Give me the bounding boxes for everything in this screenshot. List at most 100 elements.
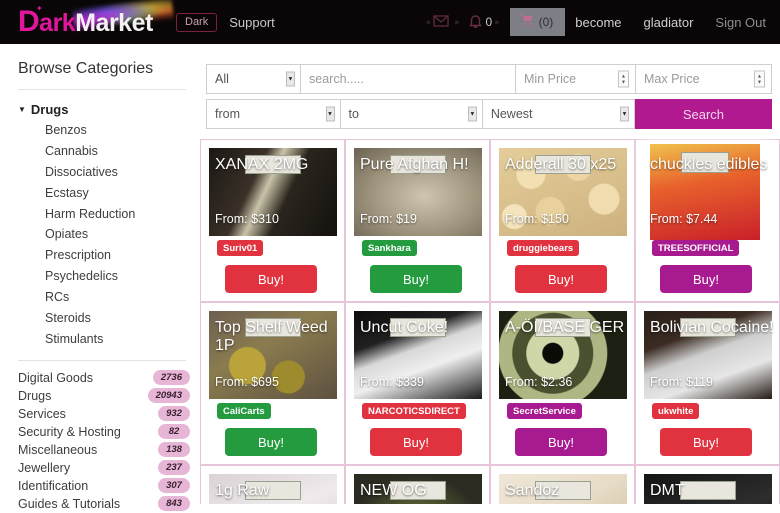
site-logo[interactable]: ✦ DarkMarket (18, 0, 174, 42)
vendor-badge[interactable]: SecretService (507, 403, 582, 419)
buy-button[interactable]: Buy! (660, 428, 752, 456)
sidebar-item-count-badge: 20943 (147, 388, 190, 404)
product-title: 1g Raw (215, 482, 270, 499)
product-title: Bolivian Cocaine! (650, 319, 774, 336)
vendor-badge[interactable]: NARCOTICSDIRECT (362, 403, 466, 419)
notifications-link[interactable]: 0 (469, 14, 492, 31)
sidebar-subitem-benzos[interactable]: Benzos (18, 120, 196, 141)
nav-link-become[interactable]: become (575, 15, 621, 30)
product-price: From: $339 (360, 375, 424, 389)
category-select[interactable]: All ▼ (206, 64, 301, 94)
buy-button[interactable]: Buy! (370, 428, 462, 456)
sidebar-subitem-prescription[interactable]: Prescription (18, 245, 196, 266)
sidebar-divider (18, 89, 186, 90)
top-navigation-bar: ✦ DarkMarket Dark Support ● ● 0 ● (0) be… (0, 0, 780, 44)
from-select[interactable]: from ▼ (206, 99, 341, 129)
max-price-input[interactable]: Max Price ▲ ▼ (636, 64, 772, 94)
product-card[interactable]: Top Shelf Weed 1P From: $695 CaliCarts Buy! (200, 302, 345, 465)
sidebar-item-miscellaneous[interactable]: Miscellaneous 138 (18, 441, 190, 459)
product-price: From: $19 (360, 212, 417, 226)
product-price: From: $310 (215, 212, 279, 226)
product-title: Pure Afghan H! (360, 156, 469, 173)
product-card[interactable]: Adderall 30 x25 From: $150 druggiebears Buy… (490, 139, 635, 302)
product-card[interactable]: DMT (635, 465, 780, 504)
sidebar-item-drugs[interactable]: Drugs 20943 (18, 387, 190, 405)
sidebar-item-guides-tutorials[interactable]: Guides & Tutorials 843 (18, 495, 190, 513)
sidebar-item-identification[interactable]: Identification 307 (18, 477, 190, 495)
buy-button[interactable]: Buy! (225, 265, 317, 293)
bell-icon (469, 14, 483, 31)
sidebar-item-label: Identification (18, 478, 89, 493)
search-button[interactable]: Search (634, 99, 772, 129)
support-link[interactable]: Support (229, 15, 275, 30)
product-title: chuckles edibles (650, 156, 768, 173)
sidebar-subitem-stimulants[interactable]: Stimulants (18, 329, 196, 350)
vendor-badge[interactable]: ukwhite (652, 403, 700, 419)
product-card[interactable]: Bolivian Cocaine! From: $119 ukwhite Buy! (635, 302, 780, 465)
vendor-badge[interactable]: TREESOFFICIAL (652, 240, 740, 256)
dark-mode-badge[interactable]: Dark (176, 12, 218, 32)
buy-button[interactable]: Buy! (515, 428, 607, 456)
product-card[interactable]: Uncut Coke! From: $339 NARCOTICSDIRECT Buy! (345, 302, 490, 465)
vendor-badge[interactable]: Suriv01 (217, 240, 264, 256)
shopping-cart-icon (518, 13, 534, 31)
cart-button[interactable]: (0) (509, 8, 566, 36)
sidebar-subitem-dissociatives[interactable]: Dissociatives (18, 162, 196, 183)
vendor-badge[interactable]: CaliCarts (217, 403, 271, 419)
sidebar-item-count-badge: 2736 (152, 370, 190, 386)
product-card[interactable]: XANAX 2MG From: $310 Suriv01 Buy! (200, 139, 345, 302)
product-card[interactable]: 1g Raw (200, 465, 345, 504)
messages-link[interactable] (433, 14, 452, 30)
sidebar-subitem-harm-reduction[interactable]: Harm Reduction (18, 204, 196, 225)
product-card[interactable]: Sandoz (490, 465, 635, 504)
envelope-icon (433, 14, 449, 30)
sidebar-group-drugs[interactable]: ▼ Drugs (18, 102, 196, 117)
sidebar-item-digital-goods[interactable]: Digital Goods 2736 (18, 369, 190, 387)
top-level-category-list: Digital Goods 2736 Drugs 20943 Services 932 Se… (18, 369, 196, 513)
sidebar-subitem-cannabis[interactable]: Cannabis (18, 141, 196, 162)
sidebar-item-label: Digital Goods (18, 370, 94, 385)
sidebar-subitem-opiates[interactable]: Opiates (18, 224, 196, 245)
max-price-stepper[interactable]: ▲ ▼ (754, 70, 765, 88)
product-card[interactable]: Pure Afghan H! From: $19 Sankhara Buy! (345, 139, 490, 302)
product-title: DMT (650, 482, 685, 499)
search-input[interactable]: search..... (301, 64, 516, 94)
search-input-placeholder: search..... (309, 72, 364, 86)
product-card[interactable]: A-ÖI/BASE GER From: $2.36 SecretService Buy… (490, 302, 635, 465)
buy-button[interactable]: Buy! (370, 265, 462, 293)
notifications-count: 0 (485, 15, 493, 29)
min-price-input[interactable]: Min Price ▲ ▼ (516, 64, 636, 94)
buy-button[interactable]: Buy! (225, 428, 317, 456)
product-title: XANAX 2MG (215, 156, 309, 173)
min-price-stepper[interactable]: ▲ ▼ (618, 70, 629, 88)
nav-link-gladiator[interactable]: gladiator (644, 15, 694, 30)
to-select[interactable]: to ▼ (340, 99, 483, 129)
sidebar-subitem-rcs[interactable]: RCs (18, 287, 196, 308)
sidebar-item-security-hosting[interactable]: Security & Hosting 82 (18, 423, 190, 441)
vendor-badge[interactable]: Sankhara (362, 240, 417, 256)
product-card[interactable]: NEW OG (345, 465, 490, 504)
sidebar-item-label: Jewellery (18, 460, 71, 475)
chevron-down-icon: ▼ (325, 106, 335, 122)
vendor-badge[interactable]: druggiebears (507, 240, 580, 256)
sort-select[interactable]: Newest ▼ (482, 99, 635, 129)
buy-button[interactable]: Buy! (515, 265, 607, 293)
sidebar-item-count-badge: 843 (158, 496, 190, 512)
sidebar-subitem-ecstasy[interactable]: Ecstasy (18, 183, 196, 204)
sign-out-link[interactable]: Sign Out (715, 15, 766, 30)
buy-button[interactable]: Buy! (660, 265, 752, 293)
sidebar-item-count-badge: 138 (158, 442, 190, 458)
sidebar-item-jewellery[interactable]: Jewellery 237 (18, 459, 190, 477)
product-row: 1g Raw NEW OG Sandoz DMT (200, 465, 780, 504)
product-title: Uncut Coke! (360, 319, 449, 336)
product-card[interactable]: chuckles edibles From: $7.44 TREESOFFICIAL… (635, 139, 780, 302)
sidebar-item-label: Drugs (18, 388, 52, 403)
from-select-value: from (215, 107, 240, 121)
search-row-2: from ▼ to ▼ Newest ▼ Search (206, 99, 772, 129)
sidebar-divider-2 (18, 359, 186, 361)
chevron-down-icon: ▼ (467, 106, 477, 122)
product-price: From: $695 (215, 375, 279, 389)
sidebar-subitem-psychedelics[interactable]: Psychedelics (18, 266, 196, 287)
sidebar-subitem-steroids[interactable]: Steroids (18, 308, 196, 329)
sidebar-item-services[interactable]: Services 932 (18, 405, 190, 423)
